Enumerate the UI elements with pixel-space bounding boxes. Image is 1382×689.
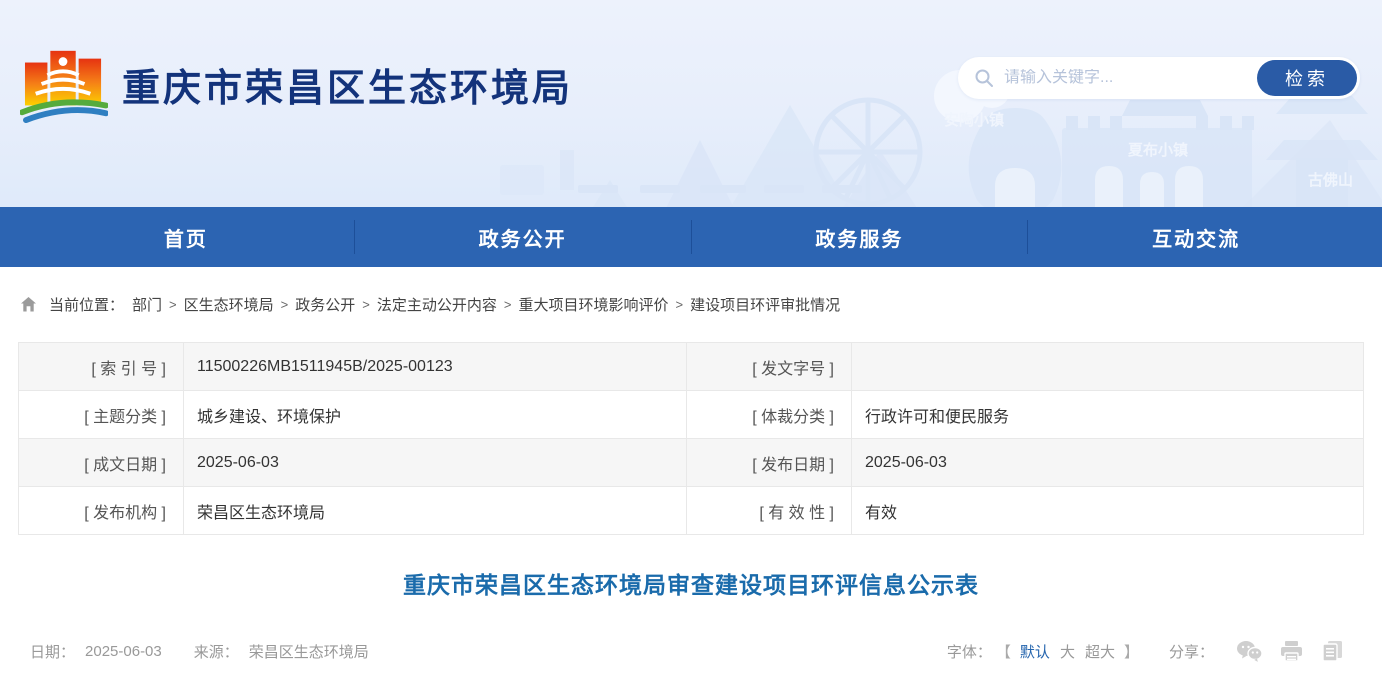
breadcrumb-item-approval-status[interactable]: 建设项目环评审批情况 xyxy=(690,294,840,315)
breadcrumb-item-statutory-content[interactable]: 法定主动公开内容 xyxy=(377,294,497,315)
meta-table: [ 索 引 号 ] 11500226MB1511945B/2025-00123 … xyxy=(18,342,1364,535)
search-icon xyxy=(974,68,994,88)
breadcrumb-separator: > xyxy=(362,297,370,312)
font-option-extra-large[interactable]: 超大 xyxy=(1085,641,1115,662)
share-label: 分享： xyxy=(1169,641,1214,662)
search-button[interactable]: 检索 xyxy=(1257,60,1357,96)
meta-value-validity: 有效 xyxy=(852,487,1364,535)
meta-label-index-number: [ 索 引 号 ] xyxy=(19,343,184,391)
breadcrumb: 当前位置： 部门 > 区生态环境局 > 政务公开 > 法定主动公开内容 > 重大… xyxy=(18,267,1364,315)
meta-value-written-date: 2025-06-03 xyxy=(184,439,687,487)
font-option-large[interactable]: 大 xyxy=(1060,641,1075,662)
nav-item-interaction[interactable]: 互动交流 xyxy=(1028,207,1364,267)
meta-value-index-number: 11500226MB1511945B/2025-00123 xyxy=(184,343,687,391)
table-row: [ 成文日期 ] 2025-06-03 [ 发布日期 ] 2025-06-03 xyxy=(19,439,1364,487)
nav-item-home[interactable]: 首页 xyxy=(18,207,354,267)
meta-value-document-number xyxy=(852,343,1364,391)
breadcrumb-item-bureau[interactable]: 区生态环境局 xyxy=(184,294,274,315)
home-icon xyxy=(20,296,37,313)
meta-label-publish-date: [ 发布日期 ] xyxy=(687,439,852,487)
breadcrumb-separator: > xyxy=(169,297,177,312)
source-label: 来源： xyxy=(194,641,239,662)
breadcrumb-separator: > xyxy=(675,297,683,312)
copy-document-icon[interactable] xyxy=(1320,640,1344,663)
search-bar: 检索 xyxy=(958,57,1360,99)
breadcrumb-item-eia[interactable]: 重大项目环境影响评价 xyxy=(518,294,668,315)
breadcrumb-item-gov-disclosure[interactable]: 政务公开 xyxy=(295,294,355,315)
article-source: 荣昌区生态环境局 xyxy=(249,641,369,662)
site-logo-icon xyxy=(20,44,108,124)
meta-value-publish-date: 2025-06-03 xyxy=(852,439,1364,487)
meta-label-genre-category: [ 体裁分类 ] xyxy=(687,391,852,439)
meta-label-validity: [ 有 效 性 ] xyxy=(687,487,852,535)
site-title: 重庆市荣昌区生态环境局 xyxy=(122,57,573,112)
table-row: [ 主题分类 ] 城乡建设、环境保护 [ 体裁分类 ] 行政许可和便民服务 xyxy=(19,391,1364,439)
printer-icon[interactable] xyxy=(1279,640,1304,663)
date-label: 日期： xyxy=(30,641,75,662)
meta-value-genre-category: 行政许可和便民服务 xyxy=(852,391,1364,439)
font-bracket-open: 【 xyxy=(996,641,1011,662)
search-input[interactable] xyxy=(994,69,1257,87)
meta-label-document-number: [ 发文字号 ] xyxy=(687,343,852,391)
article-meta-bar: 日期：2025-06-03 来源：荣昌区生态环境局 字体： 【 默认 大 超大 … xyxy=(18,640,1364,663)
table-row: [ 索 引 号 ] 11500226MB1511945B/2025-00123 … xyxy=(19,343,1364,391)
breadcrumb-separator: > xyxy=(504,297,512,312)
meta-label-topic-category: [ 主题分类 ] xyxy=(19,391,184,439)
meta-value-topic-category: 城乡建设、环境保护 xyxy=(184,391,687,439)
nav-item-gov-disclosure[interactable]: 政务公开 xyxy=(355,207,691,267)
main-nav: 首页 政务公开 政务服务 互动交流 xyxy=(0,207,1382,267)
brand[interactable]: 重庆市荣昌区生态环境局 xyxy=(20,44,573,124)
table-row: [ 发布机构 ] 荣昌区生态环境局 [ 有 效 性 ] 有效 xyxy=(19,487,1364,535)
meta-label-publisher: [ 发布机构 ] xyxy=(19,487,184,535)
breadcrumb-item-department[interactable]: 部门 xyxy=(132,294,162,315)
meta-value-publisher: 荣昌区生态环境局 xyxy=(184,487,687,535)
font-bracket-close: 】 xyxy=(1124,641,1139,662)
article-title: 重庆市荣昌区生态环境局审查建设项目环评信息公示表 xyxy=(18,566,1364,600)
font-option-default[interactable]: 默认 xyxy=(1020,641,1050,662)
font-size-label: 字体： xyxy=(947,641,992,662)
breadcrumb-separator: > xyxy=(281,297,289,312)
wechat-share-icon[interactable] xyxy=(1236,640,1263,663)
article-date: 2025-06-03 xyxy=(85,643,162,660)
nav-item-gov-services[interactable]: 政务服务 xyxy=(692,207,1028,267)
meta-label-written-date: [ 成文日期 ] xyxy=(19,439,184,487)
site-header: 安陶小镇 夏布小镇 古佛山 xyxy=(0,0,1382,207)
breadcrumb-prefix: 当前位置： xyxy=(49,294,124,315)
